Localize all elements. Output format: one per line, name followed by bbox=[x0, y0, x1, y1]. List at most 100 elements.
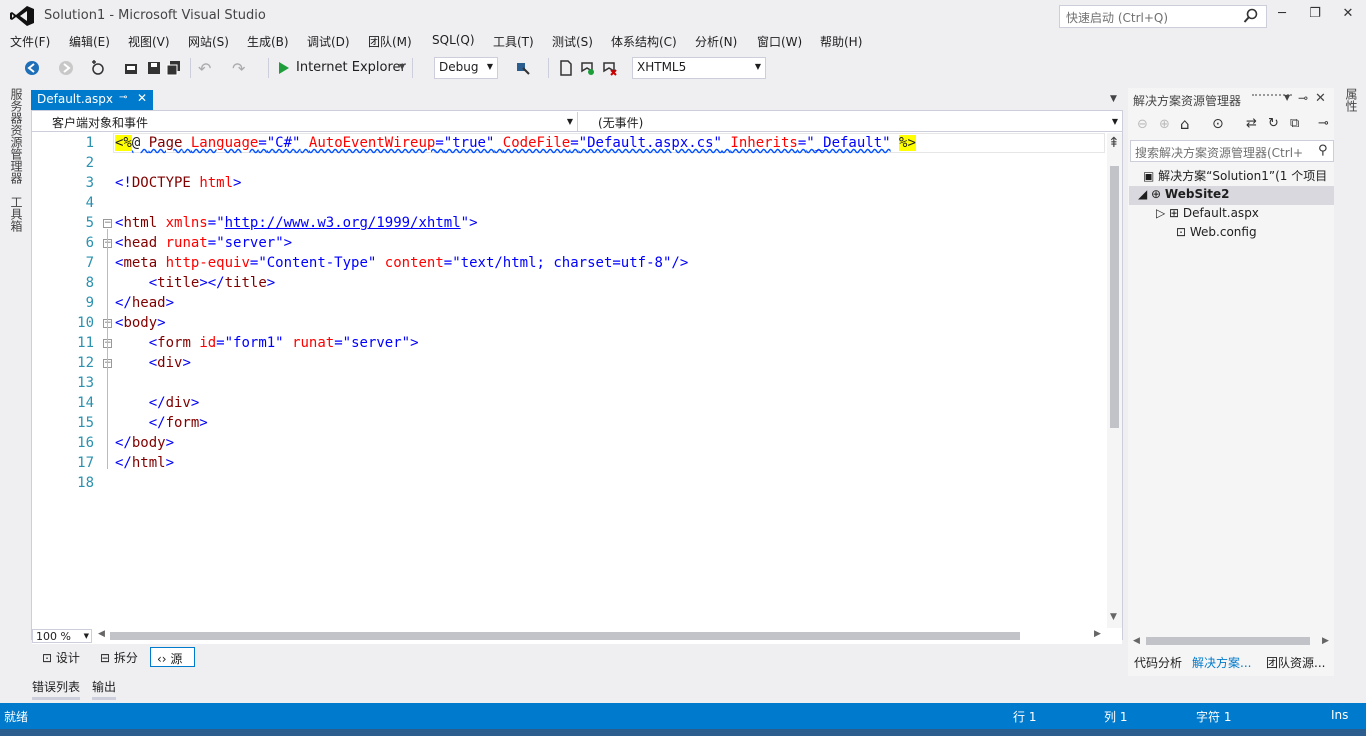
back-icon[interactable]: ⊖ bbox=[1137, 117, 1148, 132]
document-icon[interactable] bbox=[559, 59, 573, 77]
start-debugging-icon[interactable] bbox=[278, 59, 290, 77]
status-row: 行 1 bbox=[1013, 710, 1037, 724]
zoom-dropdown[interactable]: 100 % ▼ bbox=[32, 629, 92, 643]
scroll-down-icon[interactable]: ▼ bbox=[1110, 612, 1117, 622]
panel-menu-icon[interactable]: ▼ bbox=[1284, 93, 1290, 102]
scroll-left-icon[interactable]: ◀ bbox=[98, 629, 105, 639]
line-number: 7 bbox=[85, 255, 94, 271]
schema-dropdown[interactable]: XHTML5 ▼ bbox=[632, 57, 766, 79]
save-all-icon[interactable] bbox=[166, 59, 182, 77]
split-handle-icon[interactable]: ⇞ bbox=[1108, 135, 1120, 151]
source-view-button[interactable]: ‹› 源 bbox=[150, 647, 195, 667]
status-column: 列 1 bbox=[1104, 710, 1128, 724]
collapse-all-icon[interactable]: ⧉ bbox=[1290, 116, 1299, 131]
document-tab[interactable]: Default.aspx ⊸ ✕ bbox=[31, 90, 153, 110]
menu-test[interactable]: 测试(S) bbox=[552, 33, 593, 50]
open-file-icon[interactable] bbox=[123, 59, 139, 77]
tree-item-default-aspx[interactable]: ▷ ⊞ Default.aspx bbox=[1156, 206, 1259, 225]
pending-changes-icon[interactable]: ⇄ bbox=[1246, 116, 1257, 131]
new-project-icon[interactable] bbox=[90, 59, 106, 77]
chevron-down-icon: ▼ bbox=[566, 117, 573, 126]
search-icon[interactable] bbox=[1243, 8, 1259, 24]
quick-launch-input[interactable]: 快速启动 (Ctrl+Q) bbox=[1059, 5, 1267, 28]
chevron-down-icon: ▼ bbox=[83, 632, 89, 640]
search-icon[interactable]: ⚲ bbox=[1318, 143, 1328, 158]
menu-website[interactable]: 网站(S) bbox=[188, 33, 229, 50]
clear-bookmark-icon[interactable] bbox=[601, 59, 617, 77]
scroll-right-icon[interactable]: ▶ bbox=[1094, 629, 1101, 639]
menu-view[interactable]: 视图(V) bbox=[128, 33, 170, 50]
solution-search-input[interactable]: 搜索解决方案资源管理器(Ctrl+ bbox=[1130, 140, 1334, 162]
back-icon[interactable] bbox=[24, 59, 40, 77]
tree-website[interactable]: ◢ ⊕ WebSite2 bbox=[1138, 187, 1229, 206]
menu-build[interactable]: 生成(B) bbox=[247, 33, 289, 50]
solution-horizontal-scroll-thumb[interactable] bbox=[1146, 637, 1310, 645]
team-explorer-tab[interactable]: 团队资源... bbox=[1266, 654, 1325, 671]
menu-architecture[interactable]: 体系结构(C) bbox=[611, 33, 677, 50]
refresh-icon[interactable]: ↻ bbox=[1268, 116, 1279, 131]
output-tab[interactable]: 输出 bbox=[92, 678, 116, 695]
maximize-icon[interactable]: ❐ bbox=[1305, 6, 1325, 24]
menu-edit[interactable]: 编辑(E) bbox=[69, 33, 110, 50]
redo-icon[interactable]: ↷ bbox=[232, 59, 245, 78]
code-line: <meta http-equiv="Content-Type" content=… bbox=[115, 255, 689, 271]
menu-tools[interactable]: 工具(T) bbox=[493, 33, 534, 50]
scroll-left-icon[interactable]: ◀ bbox=[1133, 636, 1140, 646]
vertical-scroll-thumb[interactable] bbox=[1110, 166, 1119, 428]
code-line: <head runat="server"> bbox=[115, 235, 293, 251]
split-view-button[interactable]: ⊟ 拆分 bbox=[94, 647, 144, 667]
pin-icon[interactable]: ⊸ bbox=[119, 92, 127, 103]
menu-help[interactable]: 帮助(H) bbox=[820, 33, 862, 50]
toolbox-tab[interactable]: 工具箱 bbox=[8, 196, 25, 232]
forward-icon[interactable]: ⊕ bbox=[1159, 117, 1170, 132]
collapsed-arrow-icon[interactable]: ▷ bbox=[1156, 206, 1169, 220]
solution-explorer-tab[interactable]: 解决方案... bbox=[1192, 654, 1251, 671]
attach-process-icon[interactable] bbox=[515, 59, 531, 77]
bottom-tool-tabs bbox=[0, 676, 1130, 700]
line-number: 2 bbox=[85, 155, 94, 171]
save-icon[interactable] bbox=[146, 59, 162, 77]
fold-toggle[interactable]: − bbox=[103, 219, 112, 228]
minimize-icon[interactable]: ─ bbox=[1272, 6, 1292, 24]
aspx-file-icon: ⊞ bbox=[1169, 206, 1183, 220]
error-list-tab[interactable]: 错误列表 bbox=[32, 678, 80, 695]
undo-icon[interactable]: ↶ bbox=[198, 59, 211, 78]
forward-icon[interactable] bbox=[58, 59, 74, 77]
sync-icon[interactable]: ⊙ bbox=[1212, 116, 1224, 132]
client-objects-dropdown[interactable]: 客户端对象和事件 ▼ bbox=[46, 112, 578, 131]
close-tab-icon[interactable]: ✕ bbox=[137, 91, 147, 105]
menu-debug[interactable]: 调试(D) bbox=[307, 33, 350, 50]
run-target-dropdown[interactable]: Internet Explorer bbox=[296, 60, 406, 75]
chevron-down-icon[interactable]: ▼ bbox=[399, 62, 405, 71]
properties-tab[interactable]: 属性 bbox=[1343, 88, 1360, 112]
horizontal-scroll-thumb[interactable] bbox=[110, 632, 1020, 640]
tree-item-web-config[interactable]: ⊡ Web.config bbox=[1176, 225, 1257, 244]
menu-file[interactable]: 文件(F) bbox=[10, 33, 50, 50]
pin-icon[interactable]: ⊸ bbox=[1298, 91, 1308, 105]
close-window-icon[interactable]: ✕ bbox=[1338, 6, 1358, 24]
scroll-right-icon[interactable]: ▶ bbox=[1322, 636, 1329, 646]
code-analysis-tab[interactable]: 代码分析 bbox=[1134, 654, 1182, 671]
properties-icon[interactable]: ⊸ bbox=[1318, 116, 1329, 131]
tree-solution[interactable]: ▣ 解决方案“Solution1”(1 个项目 bbox=[1143, 167, 1327, 186]
events-dropdown[interactable]: (无事件) ▼ bbox=[592, 112, 1122, 131]
menu-window[interactable]: 窗口(W) bbox=[757, 33, 802, 50]
right-tool-strip bbox=[1336, 84, 1366, 680]
design-view-button[interactable]: ⊡ 设计 bbox=[36, 647, 86, 667]
server-explorer-tab[interactable]: 服务器资源管理器 bbox=[8, 88, 25, 184]
menu-team[interactable]: 团队(M) bbox=[368, 33, 412, 50]
close-panel-icon[interactable]: ✕ bbox=[1315, 91, 1326, 106]
toolbar-separator bbox=[548, 58, 549, 78]
status-ready: 就绪 bbox=[4, 710, 29, 724]
expanded-arrow-icon[interactable]: ◢ bbox=[1138, 187, 1151, 201]
bookmark-icon[interactable] bbox=[579, 59, 595, 77]
line-number: 12 bbox=[77, 355, 94, 371]
line-number: 11 bbox=[77, 335, 94, 351]
home-icon[interactable]: ⌂ bbox=[1180, 115, 1190, 133]
configuration-dropdown[interactable]: Debug ▼ bbox=[434, 57, 498, 79]
code-line: </div> bbox=[148, 395, 200, 411]
tab-overflow-icon[interactable]: ▼ bbox=[1110, 94, 1117, 104]
code-line: <form id="form1" runat="server"> bbox=[148, 335, 419, 351]
menu-analyze[interactable]: 分析(N) bbox=[695, 33, 737, 50]
menu-sql[interactable]: SQL(Q) bbox=[432, 33, 475, 47]
